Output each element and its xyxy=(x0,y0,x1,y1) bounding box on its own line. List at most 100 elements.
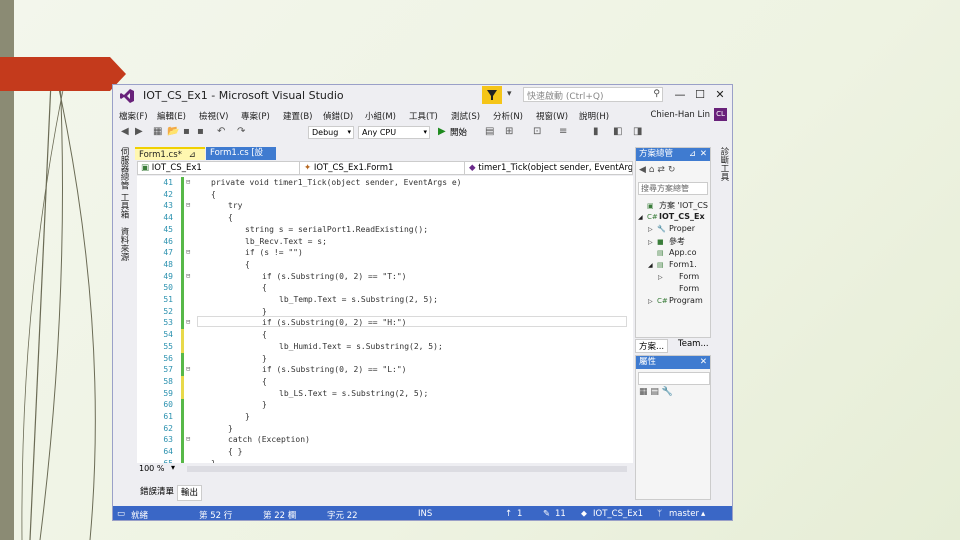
code-editor[interactable]: 41 ⊟ 42 43 ⊟ 44 45 46 47 ⊟ 48 49 ⊟ 50 51 52 53 ⊟ 54 55 56 57 ⊟… xyxy=(137,176,633,463)
menu-build[interactable]: 建置(B) xyxy=(283,110,312,122)
expand-arrow-icon[interactable]: ▷ xyxy=(648,298,657,305)
fold-toggle-icon[interactable]: ⊟ xyxy=(186,178,190,186)
horizontal-scrollbar[interactable] xyxy=(187,466,627,472)
undo-icon[interactable]: ↶ xyxy=(217,126,225,137)
open-file-icon[interactable]: 📂 xyxy=(167,126,179,137)
expand-arrow-icon[interactable]: ▷ xyxy=(648,226,657,233)
menu-window[interactable]: 視窗(W) xyxy=(536,110,568,122)
project-dropdown[interactable]: ▣ IOT_CS_Ex1 xyxy=(138,162,300,174)
platform-select[interactable]: Any CPU ▾ xyxy=(358,126,430,139)
redo-icon[interactable]: ↷ xyxy=(237,126,245,137)
avatar[interactable]: CL xyxy=(714,108,727,121)
user-name[interactable]: Chien-Han Lin xyxy=(650,110,710,120)
start-icon[interactable]: ▶ xyxy=(438,126,446,137)
menu-tools[interactable]: 工具(T) xyxy=(409,110,438,122)
menu-edit[interactable]: 編輯(E) xyxy=(157,110,186,122)
expand-arrow-icon[interactable]: ▷ xyxy=(658,274,667,281)
solution-tree-item[interactable]: ▷ ■ 參考 xyxy=(648,236,685,247)
code-line: private void timer1_Tick(object sender, … xyxy=(211,178,462,187)
close-icon[interactable]: ✕ xyxy=(700,356,707,369)
menu-view[interactable]: 檢視(V) xyxy=(199,110,228,122)
fold-toggle-icon[interactable]: ⊟ xyxy=(186,272,190,280)
menu-project[interactable]: 專案(P) xyxy=(241,110,270,122)
toolbar-icon[interactable]: ⊞ xyxy=(505,126,513,137)
project-dropdown-value: IOT_CS_Ex1 xyxy=(151,163,202,173)
diagnostic-tools-tab[interactable]: 診斷工具 xyxy=(718,147,730,181)
fold-toggle-icon[interactable]: ⊟ xyxy=(186,435,190,443)
close-button[interactable]: ✕ xyxy=(711,87,729,103)
chevron-down-icon[interactable]: ▾ xyxy=(171,463,175,472)
fold-toggle-icon[interactable]: ⊟ xyxy=(186,201,190,209)
solution-tree-item[interactable]: ▣ 方案 'IOT_CS xyxy=(638,200,708,211)
minimize-button[interactable]: — xyxy=(671,87,689,103)
solution-tree-item[interactable]: ▷ C#Program xyxy=(648,296,703,305)
status-repo[interactable]: IOT_CS_Ex1 xyxy=(593,509,643,519)
toolbar-icon[interactable]: ▤ xyxy=(485,126,494,137)
line-number: 43 xyxy=(163,201,173,211)
save-all-icon[interactable]: ▪ xyxy=(197,126,204,137)
fold-toggle-icon[interactable]: ⊟ xyxy=(186,365,190,373)
fold-toggle-icon[interactable]: ⊟ xyxy=(186,318,190,326)
solution-tree-item[interactable]: ▷ Form xyxy=(658,272,699,281)
tab-team-explorer[interactable]: Team... xyxy=(675,339,712,349)
tab-error-list[interactable]: 錯誤清單 xyxy=(137,485,177,499)
solution-search-input[interactable]: 搜尋方案總管 xyxy=(638,182,708,195)
sync-icon[interactable]: ⇄ xyxy=(657,165,665,175)
back-icon[interactable]: ◀ xyxy=(121,126,129,137)
solution-config-select[interactable]: Debug ▾ xyxy=(308,126,354,139)
quick-launch-input[interactable]: 快速啟動 (Ctrl+Q) ⚲ xyxy=(523,87,663,102)
menu-file[interactable]: 檔案(F) xyxy=(119,110,148,122)
alphabetical-icon[interactable]: ▤ xyxy=(650,387,659,397)
solution-tree-item[interactable]: ▤ App.co xyxy=(648,248,696,257)
menu-help[interactable]: 說明(H) xyxy=(579,110,609,122)
solution-tree-item[interactable]: ▷ 🔧 Proper xyxy=(648,224,695,233)
toolbox-tab[interactable]: 工具箱 xyxy=(118,193,130,219)
tab-form1-designer[interactable]: Form1.cs [設計]* xyxy=(206,147,276,171)
chevron-down-icon[interactable]: ▾ xyxy=(507,89,512,99)
tab-solution-explorer[interactable]: 方案... xyxy=(635,339,669,353)
status-unpushed[interactable]: 1 xyxy=(517,509,522,519)
back-icon[interactable]: ◀ xyxy=(639,165,646,175)
toolbar-icon[interactable]: ⊡ xyxy=(533,126,541,137)
home-icon[interactable]: ⌂ xyxy=(649,165,655,175)
menu-team[interactable]: 小組(M) xyxy=(365,110,396,122)
toolbar-icon[interactable]: ◧ xyxy=(613,126,622,137)
data-sources-tab[interactable]: 資料來源 xyxy=(118,227,130,261)
refresh-icon[interactable]: ↻ xyxy=(668,165,676,175)
status-changes[interactable]: 11 xyxy=(555,509,566,519)
status-branch[interactable]: master xyxy=(669,509,699,519)
editor-zoom-bar: 100 % ▾ xyxy=(137,463,633,475)
solution-tree-item[interactable]: ◢ C#IOT_CS_Ex xyxy=(638,212,705,221)
class-dropdown[interactable]: ✦ IOT_CS_Ex1.Form1 xyxy=(301,162,465,174)
solution-tree-item[interactable]: Form xyxy=(658,284,699,293)
close-icon[interactable]: ✕ xyxy=(700,148,707,161)
tab-form1-cs[interactable]: Form1.cs* ⊿ ✕ xyxy=(135,147,205,173)
menu-debug[interactable]: 偵錯(D) xyxy=(323,110,353,122)
toolbar-icon[interactable]: ≡ xyxy=(559,126,567,137)
toolbar-icon[interactable]: ◨ xyxy=(633,126,642,137)
bookmark-icon[interactable]: ▮ xyxy=(593,126,599,137)
menu-analyze[interactable]: 分析(N) xyxy=(493,110,523,122)
expand-arrow-icon[interactable]: ◢ xyxy=(648,262,657,269)
properties-object-select[interactable] xyxy=(638,372,710,385)
tab-output[interactable]: 輸出 xyxy=(177,485,203,501)
expand-arrow-icon[interactable]: ▷ xyxy=(648,239,657,246)
start-button[interactable]: 開始 xyxy=(450,126,467,138)
zoom-level[interactable]: 100 % xyxy=(139,464,164,473)
solution-tree-item[interactable]: ◢ ▤ Form1. xyxy=(648,260,697,269)
menu-test[interactable]: 測試(S) xyxy=(451,110,480,122)
notifications-filter-button[interactable] xyxy=(482,86,502,104)
server-explorer-tab[interactable]: 伺服器總管 xyxy=(118,147,130,190)
pin-icon[interactable]: ⊿ xyxy=(189,150,196,160)
forward-icon[interactable]: ▶ xyxy=(135,126,143,137)
maximize-button[interactable]: ☐ xyxy=(691,87,709,103)
wrench-icon[interactable]: 🔧 xyxy=(662,387,673,397)
solution-explorer-title: 方案總管 xyxy=(639,149,674,159)
fold-toggle-icon[interactable]: ⊟ xyxy=(186,248,190,256)
pin-icon[interactable]: ⊿ xyxy=(689,148,696,161)
new-project-icon[interactable]: ▦ xyxy=(153,126,162,137)
categorized-icon[interactable]: ▦ xyxy=(639,387,648,397)
save-icon[interactable]: ▪ xyxy=(183,126,190,137)
member-dropdown[interactable]: ◆ timer1_Tick(object sender, EventArgs xyxy=(466,162,632,174)
expand-arrow-icon[interactable]: ◢ xyxy=(638,214,647,221)
